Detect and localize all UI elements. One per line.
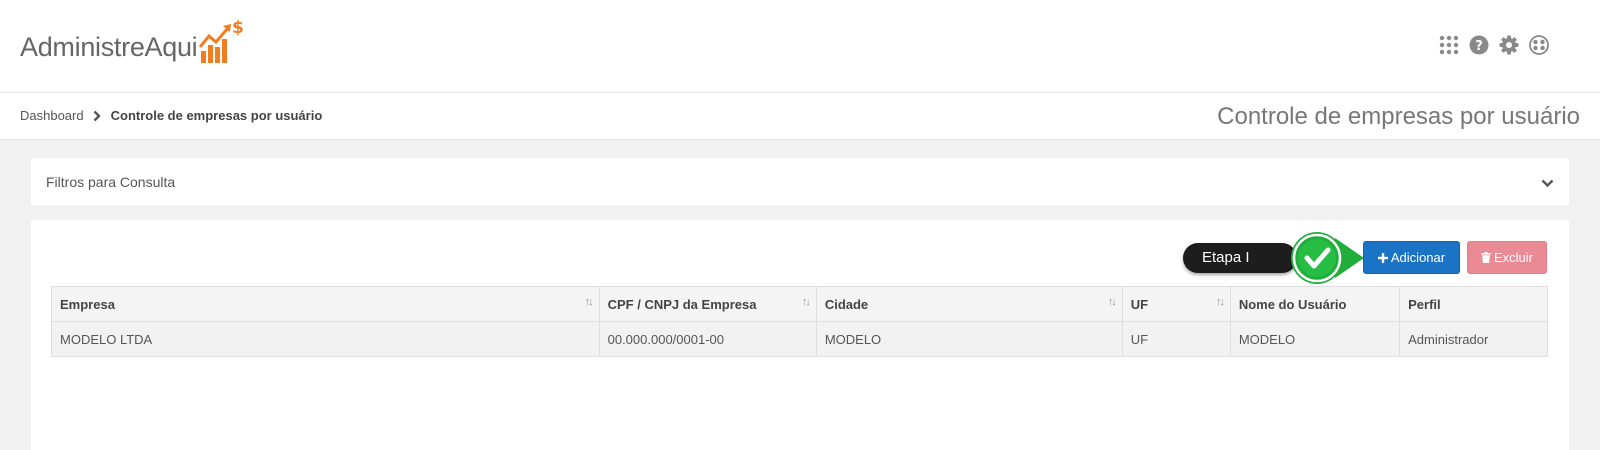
column-header-perfil: Perfil — [1399, 286, 1548, 322]
growth-chart-logo-icon: $ — [199, 17, 245, 72]
help-icon[interactable]: ? — [1468, 34, 1490, 56]
column-header-label: Nome do Usuário — [1238, 296, 1347, 312]
sort-icon: ↑↓ — [584, 296, 594, 308]
filters-title: Filtros para Consulta — [46, 174, 176, 190]
apps-grid-icon[interactable] — [1438, 34, 1460, 56]
table-header-row: Empresa ↑↓ CPF / CNPJ da Empresa ↑↓ Cidade… — [51, 286, 1548, 322]
chevron-down-icon[interactable] — [1541, 175, 1554, 193]
cell-cpf-cnpj: 00.000.000/0001-00 — [598, 321, 817, 357]
trash-icon — [1480, 252, 1491, 263]
cell-perfil: Administrador — [1399, 321, 1548, 357]
breadcrumb-bar: Dashboard Controle de empresas por usuár… — [0, 93, 1600, 140]
brand-logo[interactable]: AdministreAqui $ — [20, 18, 245, 72]
column-header-empresa[interactable]: Empresa ↑↓ — [51, 286, 600, 322]
settings-gear-icon[interactable] — [1498, 34, 1520, 56]
add-button-label: Adicionar — [1390, 250, 1446, 265]
breadcrumb-dashboard-link[interactable]: Dashboard — [20, 108, 84, 123]
column-header-cpf-cnpj[interactable]: CPF / CNPJ da Empresa ↑↓ — [598, 286, 817, 322]
step-callout: Etapa I — [1180, 226, 1364, 290]
results-panel: Etapa I Adicionar Excluir Empresa ↑↓ CPF … — [31, 220, 1569, 450]
column-header-nome-usuario: Nome do Usuário — [1229, 286, 1401, 322]
check-badge-icon — [1291, 232, 1364, 284]
breadcrumb: Dashboard Controle de empresas por usuár… — [20, 108, 322, 123]
column-header-uf[interactable]: UF ↑↓ — [1121, 286, 1231, 322]
chevron-right-icon — [93, 110, 101, 122]
table-row[interactable]: MODELO LTDA 00.000.000/0001-00 MODELO UF… — [51, 321, 1548, 357]
sort-icon: ↑↓ — [1215, 296, 1225, 308]
column-header-label: CPF / CNPJ da Empresa — [607, 296, 757, 312]
cell-empresa: MODELO LTDA — [51, 321, 600, 357]
column-header-label: Cidade — [824, 296, 869, 312]
plus-icon — [1377, 252, 1388, 263]
breadcrumb-current: Controle de empresas por usuário — [110, 108, 323, 123]
cell-uf: UF — [1121, 321, 1231, 357]
companies-table: Empresa ↑↓ CPF / CNPJ da Empresa ↑↓ Cidade… — [51, 286, 1548, 357]
delete-button[interactable]: Excluir — [1467, 241, 1547, 274]
cell-cidade: MODELO — [815, 321, 1123, 357]
column-header-label: Empresa — [60, 296, 115, 312]
sort-icon: ↑↓ — [1107, 296, 1117, 308]
column-header-label: Perfil — [1408, 296, 1441, 312]
add-button[interactable]: Adicionar — [1363, 241, 1460, 274]
cell-nome-usuario: MODELO — [1229, 321, 1401, 357]
top-header: AdministreAqui $ ? — [0, 0, 1600, 93]
sort-icon: ↑↓ — [801, 296, 811, 308]
svg-text:$: $ — [232, 18, 244, 38]
delete-button-label: Excluir — [1493, 250, 1533, 265]
filters-accordion[interactable]: Filtros para Consulta — [31, 158, 1569, 205]
page-title: Controle de empresas por usuário — [1217, 103, 1580, 130]
user-menu-icon[interactable] — [1528, 34, 1550, 56]
column-header-cidade[interactable]: Cidade ↑↓ — [815, 286, 1123, 322]
svg-text:?: ? — [1475, 39, 1483, 54]
brand-name: AdministreAqui — [20, 31, 198, 62]
column-header-label: UF — [1130, 296, 1149, 312]
